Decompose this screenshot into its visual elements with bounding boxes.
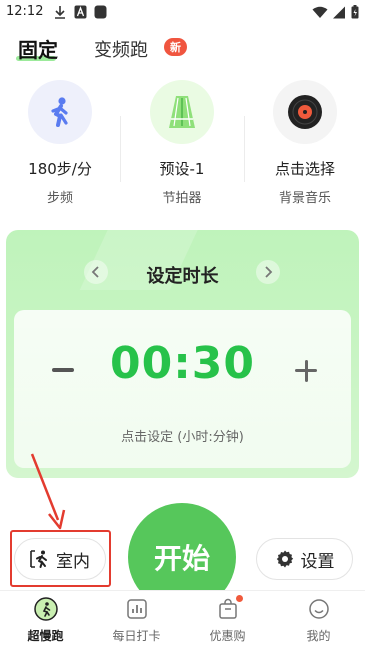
- bottom-navigation: 超慢跑 每日打卡 优惠购 我的: [0, 590, 365, 650]
- metronome-label: 节拍器: [162, 191, 202, 206]
- app-square-icon: [94, 5, 107, 19]
- new-badge: 新: [164, 38, 187, 56]
- divider: [120, 116, 121, 182]
- smiley-icon: [307, 597, 331, 621]
- notification-dot: [235, 595, 243, 602]
- nav-label: 我的: [306, 629, 331, 643]
- start-label: 开始: [153, 542, 210, 575]
- tab-fixed[interactable]: 固定: [18, 34, 58, 63]
- track-icon: [150, 80, 214, 144]
- nav-item-deals[interactable]: 优惠购: [182, 595, 273, 644]
- nav-item-slow-run[interactable]: 超慢跑: [0, 597, 91, 644]
- status-icons: [312, 5, 359, 19]
- option-music[interactable]: 点击选择 背景音乐: [245, 80, 365, 206]
- status-time: 12:12: [6, 4, 44, 19]
- nav-item-daily-checkin[interactable]: 每日打卡: [91, 597, 182, 644]
- settings-button[interactable]: 设置: [256, 538, 353, 580]
- signal-icon: [333, 6, 345, 18]
- app-a-icon: [74, 5, 87, 19]
- duration-card: 设定时长 00:30 点击设定 (小时:分钟): [6, 230, 359, 478]
- duration-hint: 点击设定 (小时:分钟): [121, 430, 244, 445]
- cadence-value: 180步/分: [28, 160, 92, 178]
- annotation-highlight-box: [10, 530, 111, 587]
- next-button[interactable]: [256, 260, 280, 284]
- battery-icon: [351, 5, 359, 19]
- status-bar: 12:12: [0, 0, 365, 26]
- nav-item-mine[interactable]: 我的: [273, 597, 364, 644]
- duration-time[interactable]: 00:30: [14, 338, 351, 389]
- option-metronome[interactable]: 预设-1 节拍器: [122, 80, 242, 206]
- vinyl-record-icon: [273, 80, 337, 144]
- walking-person-icon: [28, 80, 92, 144]
- nav-label: 优惠购: [209, 629, 246, 643]
- chart-icon: [125, 597, 149, 621]
- nav-label: 超慢跑: [27, 629, 64, 643]
- nav-label: 每日打卡: [112, 629, 161, 643]
- cadence-label: 步频: [46, 191, 73, 206]
- music-value: 点击选择: [274, 160, 335, 178]
- music-label: 背景音乐: [278, 191, 331, 206]
- download-icon: [55, 6, 65, 19]
- wifi-icon: [312, 6, 328, 18]
- runner-badge-icon: [33, 597, 58, 621]
- tab-variable[interactable]: 变频跑: [94, 36, 148, 62]
- time-panel[interactable]: 00:30 点击设定 (小时:分钟): [14, 310, 351, 468]
- option-cadence[interactable]: 180步/分 步频: [0, 80, 120, 206]
- settings-label: 设置: [300, 551, 335, 572]
- chevron-right-icon: [265, 266, 273, 278]
- card-title: 设定时长: [146, 266, 219, 287]
- annotation-arrow-icon: [30, 453, 66, 530]
- plus-icon-vertical: [304, 359, 308, 382]
- gear-icon: [276, 550, 293, 568]
- shopping-bag-icon: [216, 595, 243, 621]
- metronome-value: 预设-1: [159, 160, 205, 178]
